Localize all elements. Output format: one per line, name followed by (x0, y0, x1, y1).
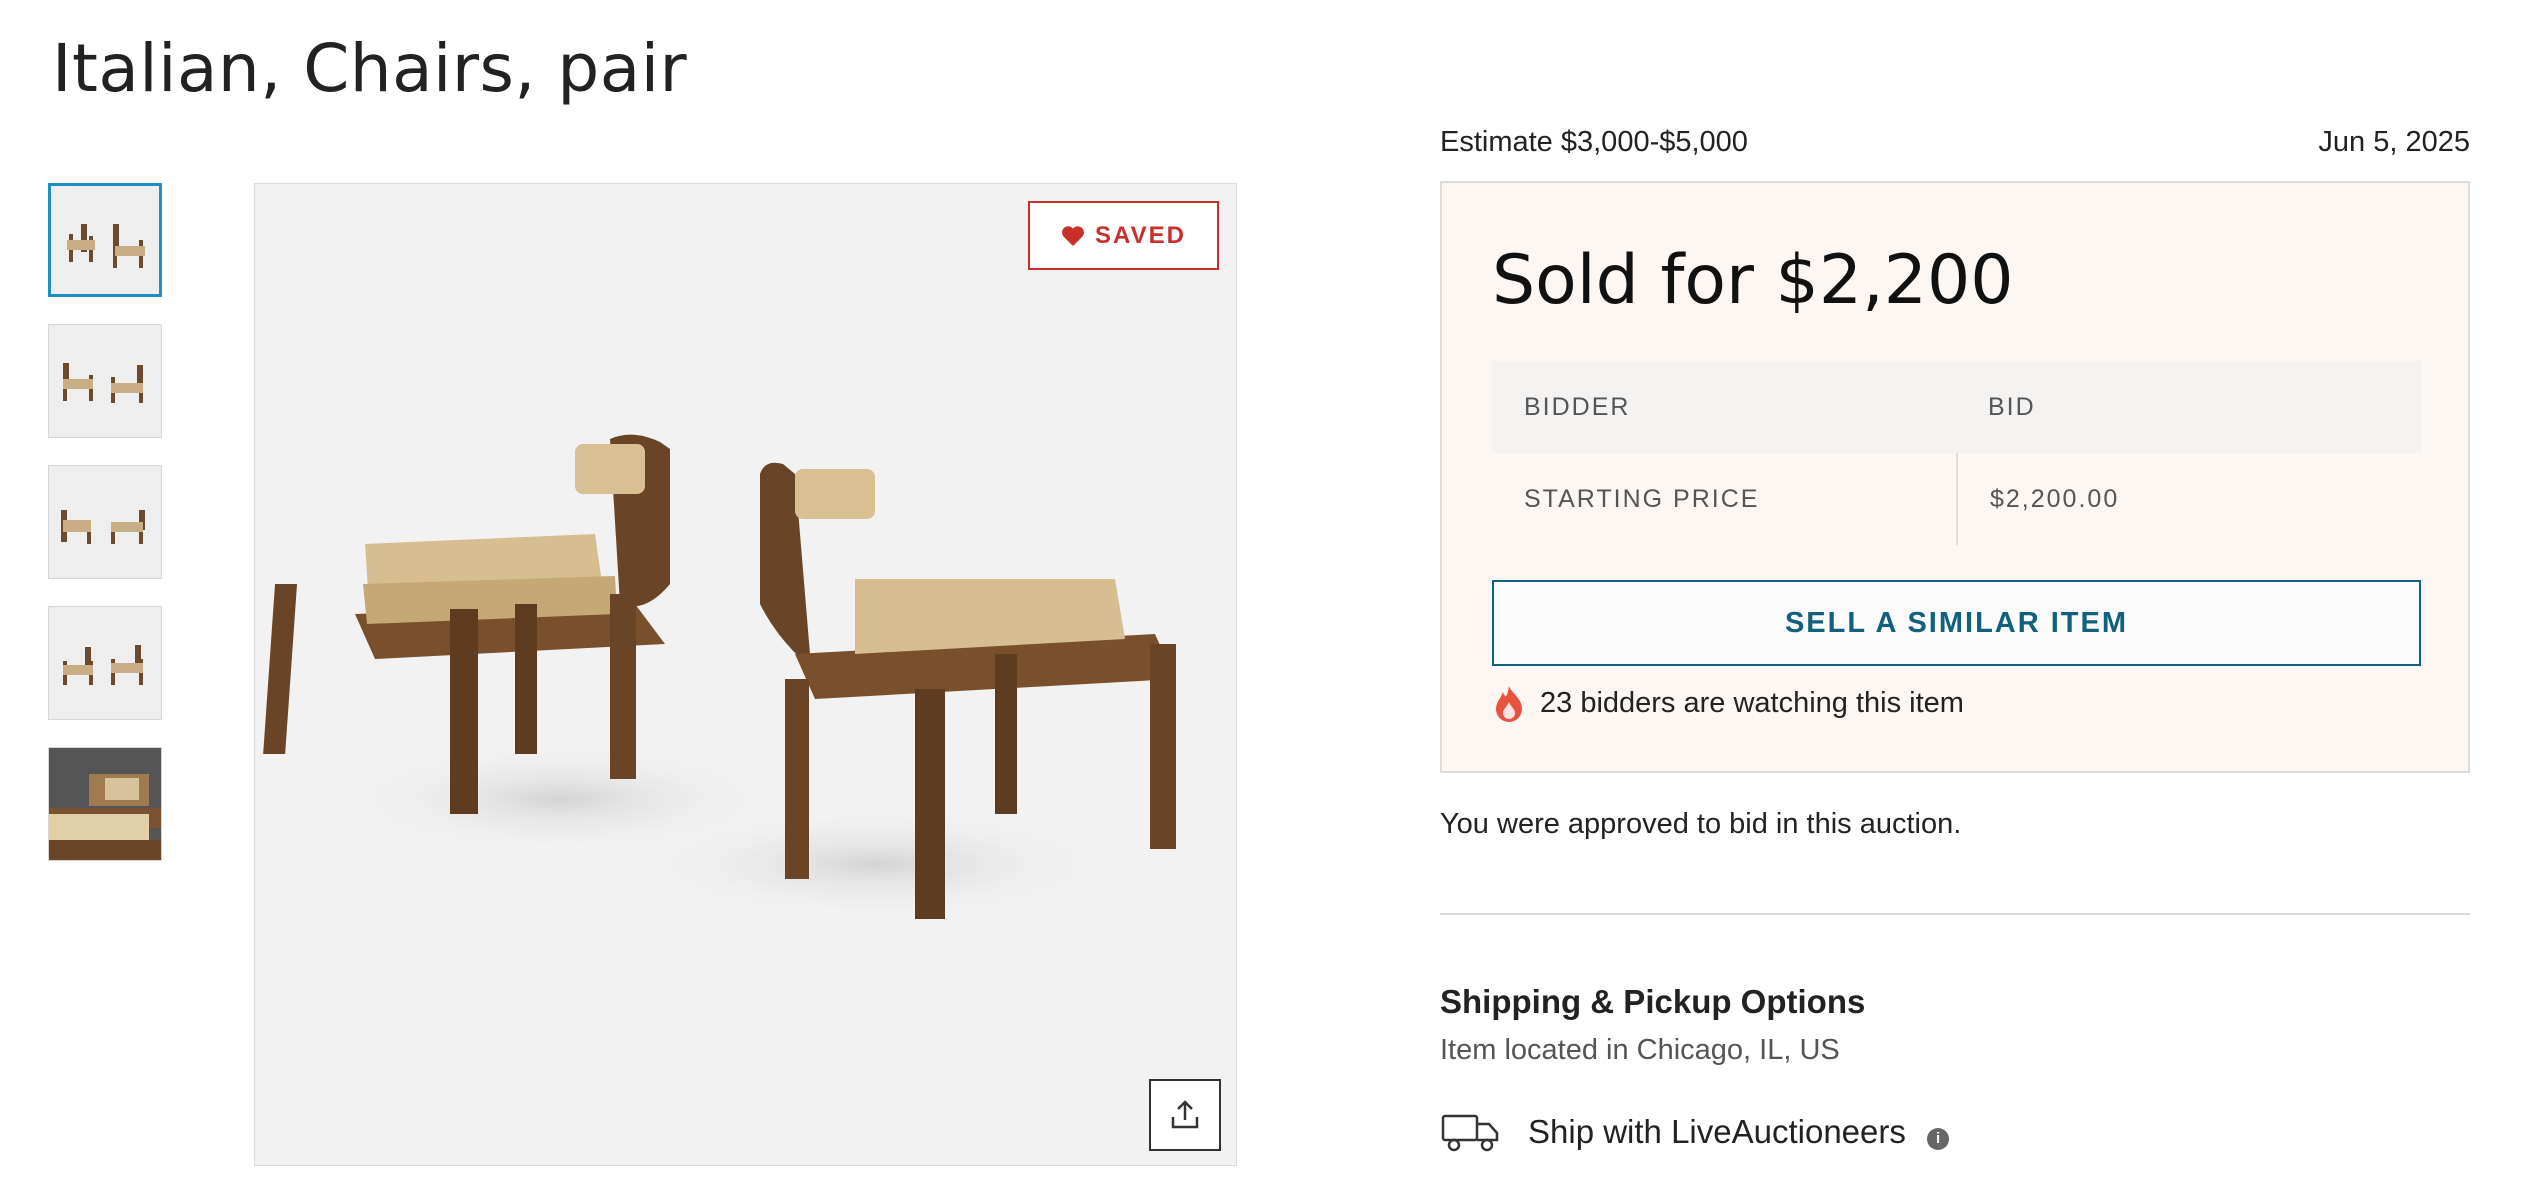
header-bid: BID (1988, 392, 2036, 421)
approval-text: You were approved to bid in this auction… (1440, 808, 1962, 840)
header-bidder: BIDDER (1524, 392, 1631, 421)
shipping-method: Ship with LiveAuctioneers i (1528, 1113, 1950, 1151)
chairs-image (67, 224, 145, 268)
heart-icon (1062, 225, 1085, 246)
shipping-method-label: Ship with LiveAuctioneers (1528, 1113, 1906, 1150)
sold-box: Sold for $2,200 BIDDER BID STARTING PRIC… (1440, 181, 2470, 773)
watching-info: 23 bidders are watching this item (1492, 682, 1964, 724)
chairs-image (63, 363, 143, 403)
chairs-image (61, 510, 145, 544)
bid-table: BIDDER BID STARTING PRICE $2,200.00 (1492, 361, 2421, 545)
saved-label: SAVED (1095, 221, 1186, 249)
flame-icon (1496, 686, 1522, 722)
bid-table-header: BIDDER BID (1492, 361, 2421, 453)
share-icon (1171, 1100, 1199, 1129)
estimate-text: Estimate $3,000-$5,000 (1440, 125, 1748, 158)
sold-price: Sold for $2,200 (1492, 241, 2014, 320)
divider (1440, 913, 2470, 915)
table-row: STARTING PRICE $2,200.00 (1492, 453, 2421, 545)
chairs-photo (263, 434, 1176, 919)
thumbnail-list (48, 183, 162, 888)
saved-button[interactable]: SAVED (1028, 201, 1219, 270)
item-location: Item located in Chicago, IL, US (1440, 1034, 1840, 1066)
lot-summary: Estimate $3,000-$5,000 Jun 5, 2025 Sold … (1440, 120, 2470, 773)
thumbnail-5[interactable] (48, 747, 162, 861)
bidder-cell: STARTING PRICE (1524, 484, 1760, 513)
bid-cell: $2,200.00 (1956, 453, 2421, 545)
truck-icon (1441, 1114, 1499, 1152)
thumbnail-3[interactable] (48, 465, 162, 579)
main-image[interactable]: SAVED (254, 183, 1237, 1166)
share-button[interactable] (1149, 1079, 1221, 1151)
thumbnail-2[interactable] (48, 324, 162, 438)
estimate-row: Estimate $3,000-$5,000 Jun 5, 2025 (1440, 120, 2470, 164)
shipping-title: Shipping & Pickup Options (1440, 983, 1866, 1020)
auction-date: Jun 5, 2025 (2318, 125, 2470, 158)
thumbnail-1[interactable] (48, 183, 162, 297)
sell-similar-button[interactable]: SELL A SIMILAR ITEM (1492, 580, 2421, 666)
chair-detail-image (49, 748, 161, 860)
chairs-image (63, 645, 143, 685)
thumbnail-4[interactable] (48, 606, 162, 720)
shipping-option: Ship with LiveAuctioneers i (1440, 1110, 1950, 1154)
info-icon[interactable]: i (1927, 1127, 1950, 1150)
watching-text: 23 bidders are watching this item (1540, 686, 1964, 719)
page-title: Italian, Chairs, pair (52, 30, 688, 107)
